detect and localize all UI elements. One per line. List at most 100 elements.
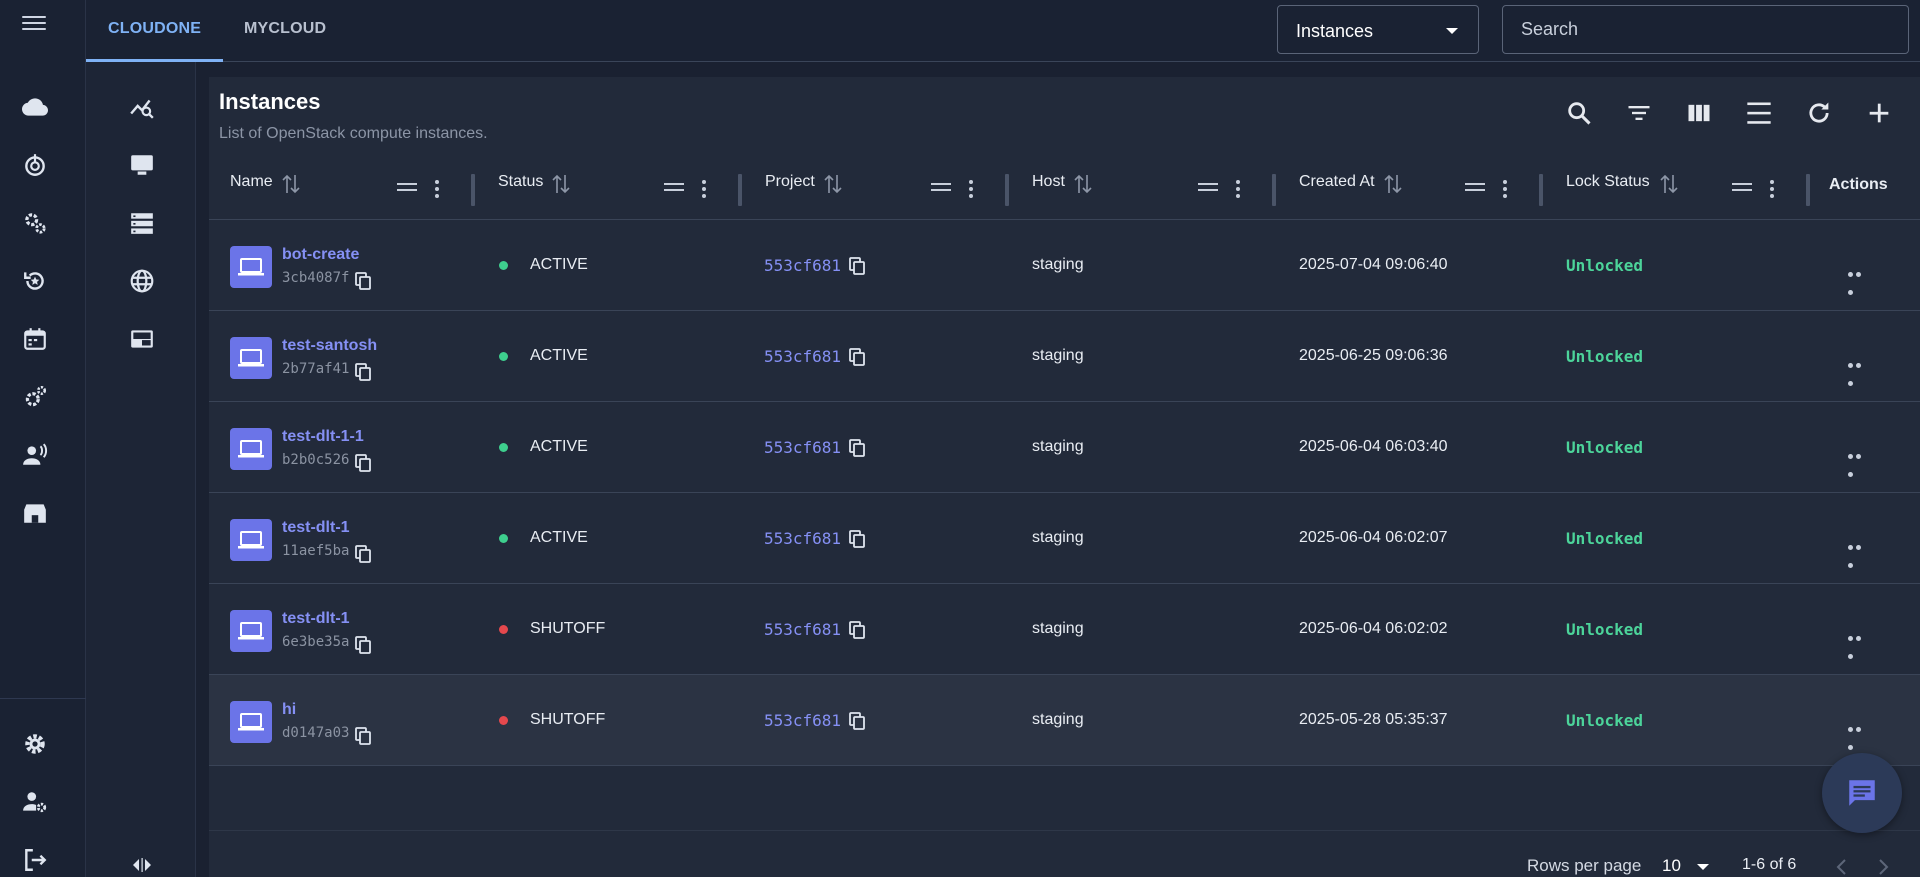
- drag-handle-icon[interactable]: [664, 183, 684, 193]
- project-link[interactable]: 553cf681: [764, 347, 841, 366]
- drag-handle-icon[interactable]: [1198, 183, 1218, 193]
- instance-name-link[interactable]: test-dlt-1-1: [282, 428, 364, 446]
- copy-icon[interactable]: [849, 257, 865, 275]
- column-resizer[interactable]: [1806, 174, 1810, 206]
- sort-icon[interactable]: [824, 173, 842, 195]
- col-header-project[interactable]: Project: [765, 173, 815, 191]
- column-resizer[interactable]: [1005, 174, 1009, 206]
- column-resizer[interactable]: [471, 174, 475, 206]
- drag-handle-icon[interactable]: [1465, 183, 1485, 193]
- col-header-host[interactable]: Host: [1032, 173, 1065, 191]
- sort-icon[interactable]: [1384, 173, 1402, 195]
- settings-icon[interactable]: [22, 731, 48, 757]
- support-icon[interactable]: [22, 442, 48, 468]
- project-link[interactable]: 553cf681: [764, 438, 841, 457]
- services-icon[interactable]: [22, 210, 48, 236]
- drag-handle-icon[interactable]: [931, 183, 951, 193]
- column-menu-icon[interactable]: [1770, 180, 1774, 198]
- power-icon[interactable]: [22, 152, 48, 178]
- column-menu-icon[interactable]: [702, 180, 706, 198]
- row-actions-icon[interactable]: [1848, 264, 1870, 295]
- table-row[interactable]: test-dlt-1 11aef5ba ACTIVE 553cf681 stag…: [209, 493, 1920, 584]
- resource-type-select[interactable]: Instances: [1277, 5, 1479, 54]
- menu-icon[interactable]: [22, 12, 46, 30]
- tab-cloudone[interactable]: CLOUDONE: [86, 0, 224, 62]
- row-actions-icon[interactable]: [1848, 446, 1870, 477]
- user-settings-icon[interactable]: [22, 789, 48, 815]
- project-link[interactable]: 553cf681: [764, 620, 841, 639]
- project-link[interactable]: 553cf681: [764, 529, 841, 548]
- col-header-created-at[interactable]: Created At: [1299, 173, 1375, 191]
- project-link[interactable]: 553cf681: [764, 711, 841, 730]
- network-icon[interactable]: [129, 268, 155, 294]
- chevron-right-icon[interactable]: [1876, 858, 1890, 876]
- table-row[interactable]: bot-create 3cb4087f ACTIVE 553cf681 stag…: [209, 220, 1920, 311]
- table-row[interactable]: test-dlt-1 6e3be35a SHUTOFF 553cf681 sta…: [209, 584, 1920, 675]
- copy-icon[interactable]: [849, 712, 865, 730]
- images-icon[interactable]: [129, 326, 155, 352]
- copy-icon[interactable]: [849, 530, 865, 548]
- drag-handle-icon[interactable]: [397, 183, 417, 193]
- copy-icon[interactable]: [355, 272, 371, 290]
- copy-icon[interactable]: [849, 621, 865, 639]
- chat-button[interactable]: [1822, 753, 1902, 833]
- column-menu-icon[interactable]: [435, 180, 439, 198]
- instance-name-link[interactable]: hi: [282, 701, 296, 719]
- column-resizer[interactable]: [1272, 174, 1276, 206]
- row-actions-icon[interactable]: [1848, 355, 1870, 386]
- rows-per-page-select[interactable]: 10: [1662, 856, 1681, 876]
- search-input[interactable]: [1502, 5, 1909, 54]
- drag-handle-icon[interactable]: [1732, 183, 1752, 193]
- col-header-name[interactable]: Name: [230, 173, 273, 191]
- search-icon[interactable]: [1565, 99, 1593, 127]
- tab-mycloud[interactable]: MYCLOUD: [222, 0, 348, 62]
- copy-icon[interactable]: [355, 363, 371, 381]
- calendar-icon[interactable]: [22, 326, 48, 352]
- copy-icon[interactable]: [355, 636, 371, 654]
- filter-icon[interactable]: [1625, 99, 1653, 127]
- col-header-lock-status[interactable]: Lock Status: [1566, 173, 1650, 191]
- copy-icon[interactable]: [849, 348, 865, 366]
- column-resizer[interactable]: [1539, 174, 1543, 206]
- column-menu-icon[interactable]: [969, 180, 973, 198]
- project-link[interactable]: 553cf681: [764, 256, 841, 275]
- restore-icon[interactable]: [22, 268, 48, 294]
- copy-icon[interactable]: [355, 454, 371, 472]
- logout-icon[interactable]: [22, 847, 48, 873]
- refresh-icon[interactable]: [1805, 99, 1833, 127]
- columns-icon[interactable]: [1685, 99, 1713, 127]
- instance-name-link[interactable]: test-dlt-1: [282, 519, 350, 537]
- chevron-left-icon[interactable]: [1835, 858, 1849, 876]
- copy-icon[interactable]: [355, 545, 371, 563]
- copy-icon[interactable]: [355, 727, 371, 745]
- copy-icon[interactable]: [849, 439, 865, 457]
- chevron-down-icon[interactable]: [1697, 864, 1709, 870]
- sort-icon[interactable]: [1074, 173, 1092, 195]
- col-header-status[interactable]: Status: [498, 173, 543, 191]
- instance-name-link[interactable]: test-santosh: [282, 337, 377, 355]
- row-actions-icon[interactable]: [1848, 628, 1870, 659]
- sort-icon[interactable]: [282, 173, 300, 195]
- column-resizer[interactable]: [738, 174, 742, 206]
- add-icon[interactable]: [1865, 99, 1893, 127]
- created-at-label: 2025-07-04 09:06:40: [1299, 256, 1448, 273]
- density-icon[interactable]: [1745, 99, 1773, 127]
- instances-icon[interactable]: [129, 152, 155, 178]
- row-actions-icon[interactable]: [1848, 719, 1870, 750]
- sort-icon[interactable]: [552, 173, 570, 195]
- monitoring-icon[interactable]: [129, 94, 155, 120]
- instance-name-link[interactable]: test-dlt-1: [282, 610, 350, 628]
- collapse-toggle-icon[interactable]: [131, 857, 153, 873]
- instance-name-link[interactable]: bot-create: [282, 246, 359, 264]
- row-actions-icon[interactable]: [1848, 537, 1870, 568]
- store-icon[interactable]: [22, 500, 48, 526]
- cloud-icon[interactable]: [22, 94, 48, 120]
- config-icon[interactable]: [22, 384, 48, 410]
- column-menu-icon[interactable]: [1503, 180, 1507, 198]
- table-row[interactable]: test-dlt-1-1 b2b0c526 ACTIVE 553cf681 st…: [209, 402, 1920, 493]
- storage-icon[interactable]: [129, 210, 155, 236]
- table-row[interactable]: test-santosh 2b77af41 ACTIVE 553cf681 st…: [209, 311, 1920, 402]
- sort-icon[interactable]: [1660, 173, 1678, 195]
- column-menu-icon[interactable]: [1236, 180, 1240, 198]
- table-row[interactable]: hi d0147a03 SHUTOFF 553cf681 staging 202…: [209, 675, 1920, 766]
